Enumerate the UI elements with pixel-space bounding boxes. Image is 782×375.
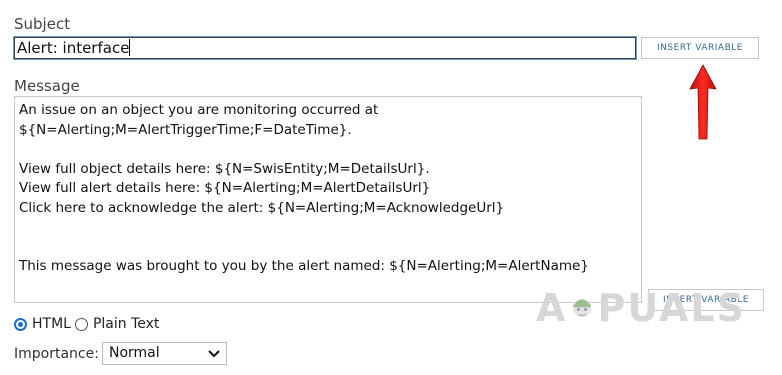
- html-radio[interactable]: [14, 317, 27, 331]
- subject-label: Subject: [14, 15, 71, 33]
- importance-label: Importance:: [14, 346, 99, 362]
- plain-text-radio[interactable]: [74, 317, 88, 331]
- text-caret: [129, 39, 131, 56]
- importance-value: Normal: [109, 345, 160, 361]
- insert-variable-subject-button[interactable]: INSERT VARIABLE: [641, 37, 759, 59]
- chevron-down-icon: [208, 350, 220, 358]
- html-radio-label: HTML: [32, 316, 71, 332]
- insert-variable-message-button[interactable]: INSERT VARIABLE: [648, 289, 764, 311]
- plain-text-radio-label: Plain Text: [92, 316, 160, 332]
- format-radio-group: HTML Plain Text: [14, 316, 159, 332]
- subject-value: Alert: interface: [17, 39, 130, 57]
- subject-input[interactable]: Alert: interface: [13, 36, 637, 60]
- red-arrow-annotation: [689, 64, 717, 140]
- message-textarea[interactable]: An issue on an object you are monitoring…: [14, 96, 642, 303]
- importance-select[interactable]: Normal: [102, 342, 227, 365]
- message-label: Message: [14, 77, 80, 95]
